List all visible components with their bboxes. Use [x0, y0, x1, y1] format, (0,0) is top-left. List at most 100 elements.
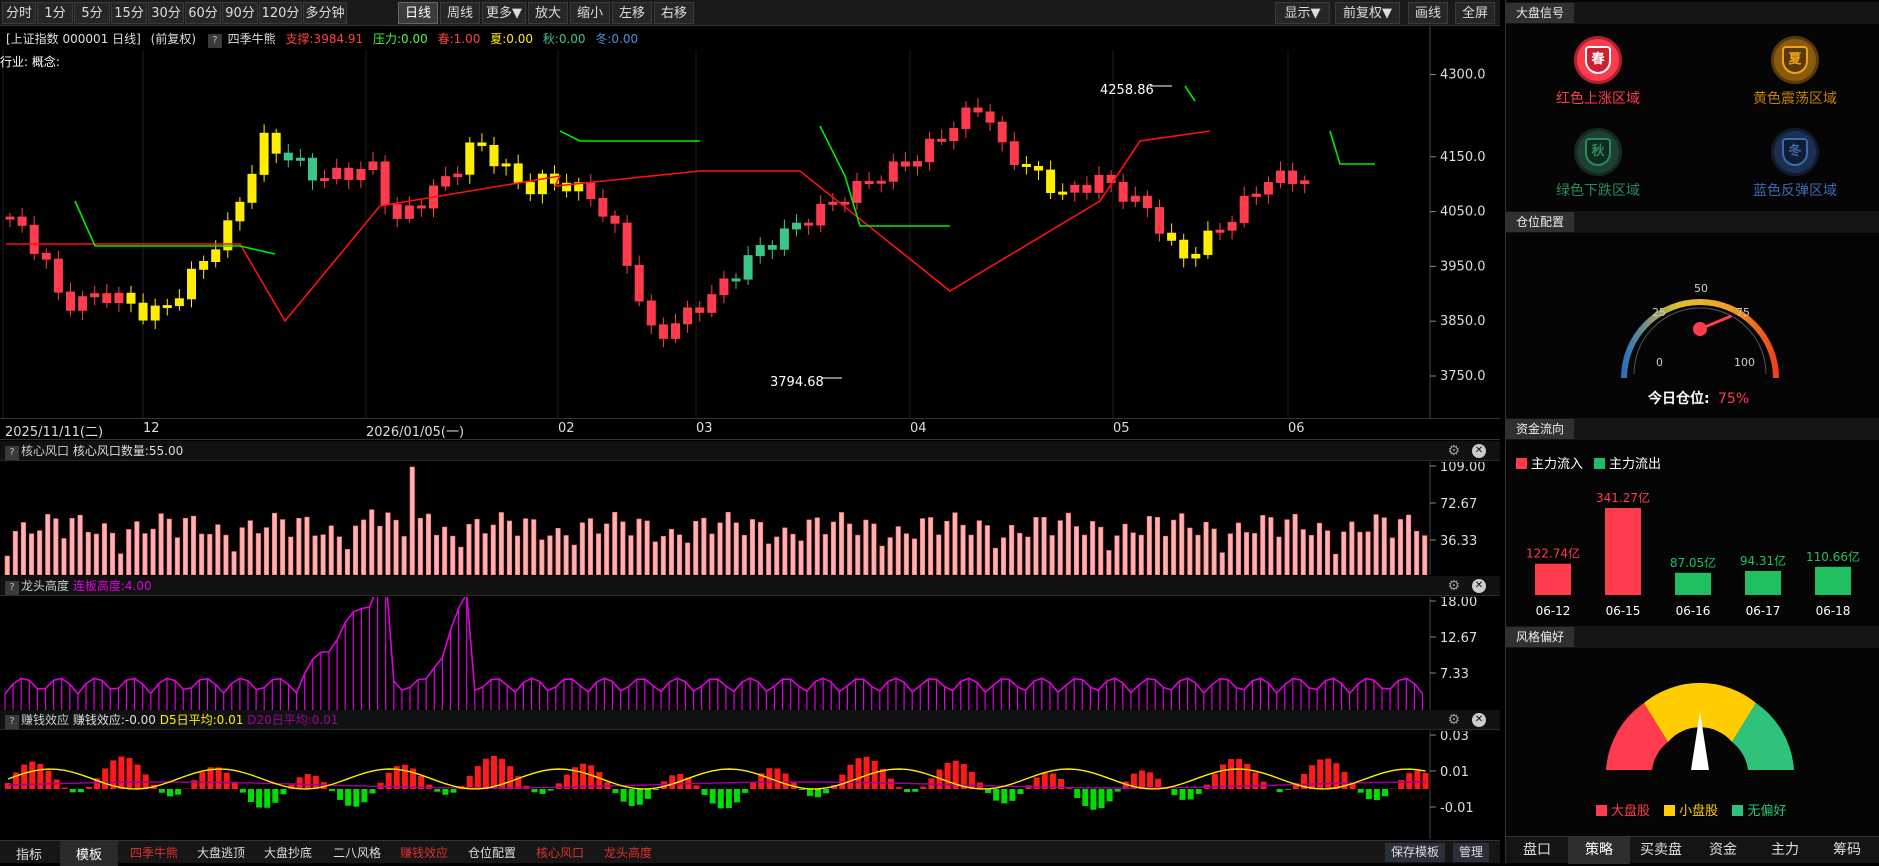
nav-tab-5[interactable]: 筹码 [1816, 837, 1878, 864]
template-item-7[interactable]: 龙头高度 [604, 844, 652, 861]
gear-icon[interactable]: ⚙ [1447, 710, 1460, 730]
help-icon[interactable]: ? [208, 34, 222, 48]
fengkou-bar [613, 512, 618, 575]
season-winter[interactable]: 冬 蓝色反弹区域 [1725, 128, 1865, 200]
candle-body [393, 205, 401, 219]
fengkou-bar [13, 531, 18, 575]
close-icon[interactable]: ✕ [1472, 579, 1486, 593]
bottom-bar: 指标 模板 四季牛熊 大盘逃顶 大盘抄底 二八风格 赚钱效应 仓位配置 核心风口… [0, 840, 1500, 863]
period-tab-4[interactable]: 30分 [148, 2, 184, 24]
template-item-0[interactable]: 四季牛熊 [130, 844, 178, 861]
period-tab-0[interactable]: 分时 [2, 2, 36, 24]
fengkou-bar [1139, 535, 1144, 575]
zhuanqian-bar [1147, 772, 1153, 789]
period-tab-5[interactable]: 60分 [185, 2, 221, 24]
period-tab-1[interactable]: 1分 [37, 2, 73, 24]
template-item-2[interactable]: 大盘抄底 [264, 844, 312, 861]
period-tab-6[interactable]: 90分 [222, 2, 258, 24]
nav-tab-1[interactable]: 策略 [1568, 837, 1630, 864]
season-autumn[interactable]: 秋 绿色下跌区域 [1528, 128, 1668, 200]
period-tab-2[interactable]: 5分 [74, 2, 110, 24]
adjust-menu[interactable]: 前复权▼ [1335, 2, 1400, 24]
tab-template[interactable]: 模板 [60, 841, 118, 866]
season-label: 红色上涨区域 [1528, 88, 1668, 108]
draw-button[interactable]: 画线 [1408, 2, 1448, 24]
period-tab-11[interactable]: 更多▼ [482, 2, 526, 24]
candle-body [345, 168, 353, 179]
fengkou-bar [1009, 525, 1014, 575]
candle-body [793, 223, 801, 229]
candle-body [236, 202, 244, 221]
zhuanqian-bar [621, 789, 627, 802]
fengkou-bar [329, 526, 334, 575]
template-item-6[interactable]: 核心风口 [536, 844, 584, 861]
fengkou-bar [596, 534, 601, 575]
nav-tab-2[interactable]: 买卖盘 [1630, 837, 1692, 864]
gear-icon[interactable]: ⚙ [1447, 576, 1460, 596]
zhuanqian-bar [783, 774, 789, 789]
zhuanqian-bar [305, 774, 311, 789]
save-template-button[interactable]: 保存模板 [1385, 843, 1445, 862]
fengkou-bar [572, 545, 577, 575]
fengkou-bar [645, 521, 650, 575]
period-tab-8[interactable]: 多分钟 [303, 2, 347, 24]
high-label: 4258.86 [1100, 83, 1154, 98]
panel-tick-label: 72.67 [1440, 497, 1477, 512]
period-tab-14[interactable]: 左移 [612, 2, 652, 24]
fengkou-bar [1155, 517, 1160, 575]
help-icon[interactable]: ? [5, 446, 19, 460]
close-icon[interactable]: ✕ [1472, 713, 1486, 727]
template-item-5[interactable]: 仓位配置 [468, 844, 516, 861]
nav-tab-4[interactable]: 主力 [1754, 837, 1816, 864]
period-tab-7[interactable]: 120分 [259, 2, 302, 24]
price-tick-label: 3850.0 [1440, 314, 1486, 329]
candle-body [1240, 196, 1248, 222]
nav-tab-0[interactable]: 盘口 [1506, 837, 1568, 864]
candle-body [1168, 233, 1176, 240]
season-summer[interactable]: 夏 黄色震荡区域 [1725, 36, 1865, 108]
fengkou-bar [1325, 531, 1330, 575]
tab-indicator[interactable]: 指标 [16, 844, 42, 863]
winter-value: 冬:0.00 [595, 32, 638, 46]
template-item-4[interactable]: 赚钱效应 [400, 844, 448, 861]
nav-tab-3[interactable]: 资金 [1692, 837, 1754, 864]
fengkou-bar [540, 540, 545, 575]
period-tab-13[interactable]: 缩小 [570, 2, 610, 24]
display-menu[interactable]: 显示▼ [1275, 2, 1330, 24]
manage-button[interactable]: 管理 [1453, 843, 1489, 862]
fengkou-bar [637, 519, 642, 575]
fengkou-bar [21, 523, 26, 575]
period-tab-12[interactable]: 放大 [528, 2, 568, 24]
gear-icon[interactable]: ⚙ [1447, 441, 1460, 461]
help-icon[interactable]: ? [5, 581, 19, 595]
small-swatch [1664, 805, 1675, 816]
template-item-3[interactable]: 二八风格 [333, 844, 381, 861]
fullscreen-button[interactable]: 全屏 [1455, 2, 1495, 24]
pressure-line [1185, 86, 1195, 101]
kline-chart[interactable]: 4300.04150.04050.03950.03850.03750.04258… [0, 26, 1500, 418]
fengkou-bar [661, 536, 666, 575]
fengkou-bar [515, 536, 520, 575]
fengkou-bar [718, 523, 723, 575]
fengkou-bar [669, 529, 674, 575]
fengkou-bar [370, 510, 375, 575]
candle-body [635, 265, 643, 301]
position-gauge: 0 25 50 75 100 今日仓位: 75% [1506, 236, 1879, 406]
fengkou-bar [127, 529, 132, 575]
gauge-tick: 75 [1736, 306, 1750, 319]
zhuanqian-bar [1001, 789, 1007, 803]
season-spring[interactable]: 春 红色上涨区域 [1528, 36, 1668, 108]
zhuanqian-bar [993, 789, 999, 801]
close-icon[interactable]: ✕ [1472, 444, 1486, 458]
fengkou-bar [621, 522, 626, 575]
fengkou-bar [191, 516, 196, 575]
period-tab-9[interactable]: 日线 [398, 2, 438, 24]
candle-body [139, 303, 147, 320]
period-tab-3[interactable]: 15分 [111, 2, 147, 24]
period-tab-10[interactable]: 周线 [440, 2, 480, 24]
template-item-1[interactable]: 大盘逃顶 [197, 844, 245, 861]
zhuanqian-bar [864, 757, 870, 789]
period-tab-15[interactable]: 右移 [654, 2, 694, 24]
candle-body [684, 308, 692, 324]
help-icon[interactable]: ? [5, 715, 19, 729]
